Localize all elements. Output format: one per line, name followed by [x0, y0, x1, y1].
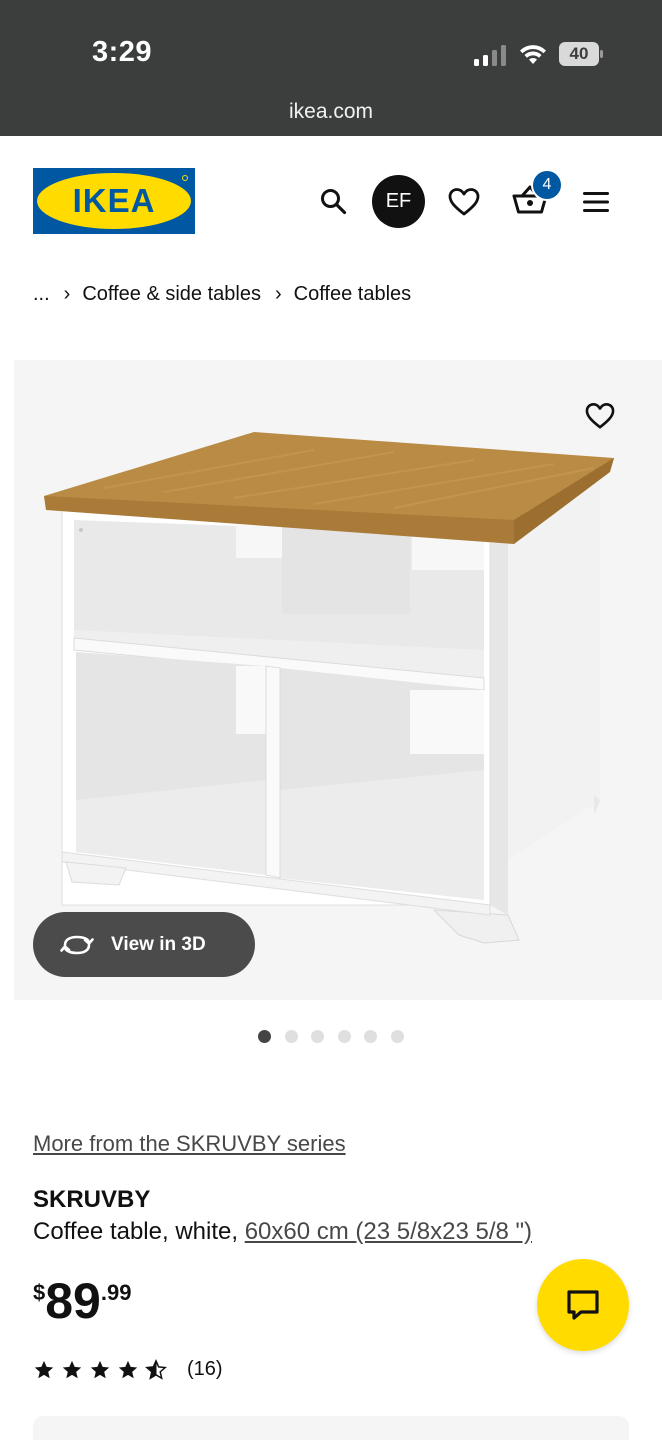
chat-button[interactable]: [537, 1259, 629, 1351]
favorites-button[interactable]: [442, 180, 486, 224]
cellular-signal-icon: [474, 45, 506, 66]
save-to-favorites-button[interactable]: [580, 396, 620, 436]
breadcrumb-item-ellipsis[interactable]: ...: [33, 283, 50, 306]
product-image-gallery[interactable]: View in 3D: [14, 360, 662, 1000]
star-full-icon: [90, 1360, 110, 1378]
price-currency: $: [33, 1280, 46, 1305]
image-carousel-dots: [258, 1030, 417, 1043]
star-half-icon: [145, 1358, 167, 1380]
address-bar-url[interactable]: ikea.com: [0, 100, 662, 124]
product-name: SKRUVBY: [33, 1186, 151, 1213]
product-type: Coffee table, white,: [33, 1218, 245, 1245]
breadcrumb: ... › Coffee & side tables › Coffee tabl…: [33, 280, 411, 308]
heart-icon: [448, 188, 480, 216]
carousel-dot[interactable]: [258, 1030, 271, 1043]
breadcrumb-item-coffee-tables[interactable]: Coffee tables: [294, 283, 412, 306]
star-full-icon: [62, 1360, 82, 1378]
star-full-icon: [118, 1360, 138, 1378]
star-full-icon: [34, 1360, 54, 1378]
rotate-3d-icon: [60, 935, 94, 954]
wifi-icon: [520, 45, 546, 64]
cart-count-badge: 4: [531, 169, 563, 201]
purchase-options-card: [33, 1416, 629, 1440]
browser-status-bar: 3:29 40 ikea.com: [0, 0, 662, 136]
series-link[interactable]: More from the SKRUVBY series: [33, 1131, 346, 1157]
product-description: Coffee table, white, 60x60 cm (23 5/8x23…: [33, 1218, 532, 1246]
search-icon: [321, 189, 347, 215]
carousel-dot[interactable]: [311, 1030, 324, 1043]
chevron-right-icon: ›: [63, 282, 71, 305]
logo-text: IKEA: [73, 182, 156, 219]
heart-icon: [585, 403, 615, 429]
carousel-dot[interactable]: [337, 1030, 351, 1043]
carousel-dot[interactable]: [390, 1030, 404, 1043]
review-count: (16): [187, 1358, 223, 1380]
product-image: [44, 432, 614, 944]
product-rating[interactable]: (16): [33, 1358, 223, 1381]
account-button[interactable]: EF: [372, 175, 425, 228]
battery-icon: 40: [558, 41, 604, 67]
chat-bubble-icon: [567, 1290, 599, 1320]
carousel-dot[interactable]: [284, 1030, 298, 1043]
battery-level: 40: [569, 44, 589, 63]
product-price: $ 89 .99: [33, 1272, 131, 1330]
price-integer: 89: [45, 1273, 101, 1329]
product-size-link[interactable]: 60x60 cm (23 5/8x23 5/8 "): [245, 1218, 532, 1245]
price-decimal: .99: [100, 1280, 132, 1305]
breadcrumb-item-coffee-side-tables[interactable]: Coffee & side tables: [82, 283, 261, 306]
chevron-right-icon: ›: [274, 282, 282, 305]
clock: 3:29: [92, 36, 153, 68]
carousel-dot[interactable]: [364, 1030, 377, 1043]
ikea-logo[interactable]: IKEA: [33, 168, 195, 234]
view-in-3d-label: View in 3D: [111, 933, 206, 955]
search-button[interactable]: [312, 180, 354, 222]
menu-button[interactable]: [576, 182, 616, 222]
hamburger-menu-icon: [583, 192, 609, 212]
view-in-3d-button[interactable]: View in 3D: [33, 912, 255, 977]
